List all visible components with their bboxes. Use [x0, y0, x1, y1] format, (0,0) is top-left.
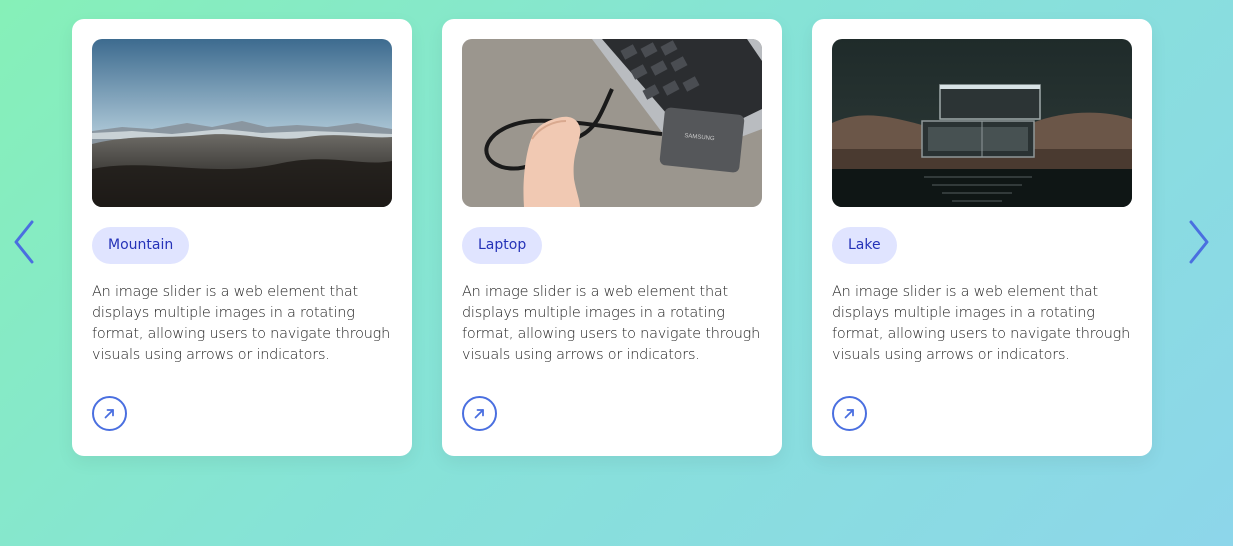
chevron-right-icon [1189, 220, 1209, 264]
slider-track: Mountain An image slider is a web elemen… [72, 19, 1152, 456]
image-slider: Mountain An image slider is a web elemen… [0, 0, 1233, 546]
card-description: An image slider is a web element that di… [832, 284, 1130, 363]
card-link-button[interactable] [92, 396, 127, 431]
card-image-laptop: SAMSUNG [462, 39, 762, 207]
arrow-up-right-icon [474, 409, 484, 419]
slide-card: Lake An image slider is a web element th… [812, 19, 1152, 456]
card-description: An image slider is a web element that di… [462, 284, 760, 363]
card-tag: Mountain [92, 227, 190, 264]
next-slide-button[interactable] [1181, 218, 1215, 266]
slide-card: Mountain An image slider is a web elemen… [72, 19, 412, 456]
prev-slide-button[interactable] [8, 218, 42, 266]
card-image-lake [832, 39, 1132, 207]
card-image-mountain [92, 39, 392, 207]
card-description: An image slider is a web element that di… [92, 284, 390, 363]
card-link-button[interactable] [462, 396, 497, 431]
slide-card: SAMSUNG Laptop An image slider is a web … [442, 19, 782, 456]
chevron-left-icon [14, 220, 34, 264]
arrow-up-right-icon [104, 409, 114, 419]
card-tag: Laptop [462, 227, 543, 264]
arrow-up-right-icon [844, 409, 854, 419]
card-tag: Lake [832, 227, 897, 264]
card-link-button[interactable] [832, 396, 867, 431]
